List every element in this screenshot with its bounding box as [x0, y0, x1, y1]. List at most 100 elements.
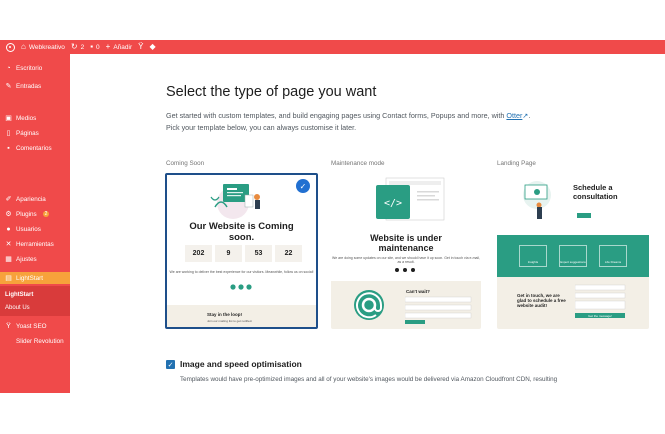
sidebar-item-entradas[interactable]: ✎ Entradas	[0, 80, 70, 92]
countdown-seconds: 22	[275, 245, 302, 262]
submenu-item-about-us[interactable]: About Us	[5, 305, 30, 311]
coming-soon-preview: ✓ Our Website is Coming soon. 202 9 53 2…	[167, 175, 316, 327]
admin-sidebar: ◔ Escritorio ✎ Entradas ▣ Medios ▯ Págin…	[0, 54, 70, 393]
countdown-minutes: 53	[245, 245, 272, 262]
landing-heading-line-1: Schedule a	[573, 183, 613, 192]
sidebar-item-comentarios[interactable]: ▪ Comentarios	[0, 142, 70, 154]
countdown-hours: 9	[215, 245, 242, 262]
sidebar-item-paginas[interactable]: ▯ Páginas	[0, 127, 70, 139]
sidebar-item-label: LightStart	[16, 274, 43, 282]
user-icon: ●	[6, 225, 11, 233]
social-icons	[230, 284, 252, 290]
wordpress-logo-icon	[6, 42, 15, 52]
stay-in-loop-heading: Stay in the loop!	[207, 312, 243, 317]
page-icon: ▯	[6, 129, 11, 137]
wordpress-menu[interactable]	[6, 42, 15, 52]
sidebar-item-label: Páginas	[16, 129, 39, 137]
feature-label: Life Dreams	[604, 260, 622, 264]
sidebar-item-herramientas[interactable]: ✕ Herramientas	[0, 238, 70, 250]
comments-count: 0	[96, 43, 100, 51]
sidebar-item-usuarios[interactable]: ● Usuarios	[0, 223, 70, 235]
landing-cta-button: Get the message!	[588, 313, 612, 318]
sidebar-item-escritorio[interactable]: ◔ Escritorio	[0, 62, 70, 74]
slider-icon	[5, 338, 12, 345]
image-optimisation-label[interactable]: Image and speed optimisation	[180, 359, 302, 369]
maintenance-text: We are doing some updates on our site, a…	[332, 256, 480, 264]
template-label-maintenance: Maintenance mode	[331, 160, 385, 167]
page-description: Get started with custom templates, and b…	[166, 111, 531, 132]
description-line-1: Get started with custom templates, and b…	[166, 111, 505, 120]
brush-icon: ✐	[5, 195, 12, 203]
maintenance-heading-line-1: Website is under	[370, 233, 442, 243]
submenu-item-lightstart[interactable]: LightStart	[5, 292, 33, 298]
site-name-link[interactable]: ⌂ Webkreativo	[21, 43, 65, 51]
updates-count: 2	[80, 43, 85, 51]
yoast-icon: Ÿ	[6, 322, 11, 330]
coming-soon-footer: Stay in the loop! Join our mailing list …	[167, 305, 316, 327]
sidebar-item-label: Slider Revolution	[16, 337, 64, 345]
comment-icon: ▪	[7, 144, 10, 152]
updates-link[interactable]: ↻ 2	[71, 43, 84, 51]
sidebar-item-label: Comentarios	[16, 144, 52, 152]
sidebar-item-yoast-seo[interactable]: Ÿ Yoast SEO	[0, 320, 70, 332]
otter-link[interactable]: Otter	[506, 111, 522, 120]
pin-icon: ✎	[5, 82, 12, 90]
plus-icon: +	[105, 42, 111, 51]
comments-link[interactable]: ▪ 0	[90, 43, 99, 51]
stay-in-loop-text: Join our mailing list to get notified.	[207, 319, 253, 323]
yoast-icon: Ÿ	[138, 42, 144, 51]
sidebar-item-label: Ajustes	[16, 255, 37, 263]
selected-check-icon: ✓	[296, 179, 310, 193]
template-label-coming-soon: Coming Soon	[166, 160, 205, 167]
page-title: Select the type of page you want	[166, 84, 377, 100]
coming-soon-text: We are working to deliver the best exper…	[169, 270, 314, 274]
sidebar-item-label: Medios	[16, 114, 37, 122]
dashboard-icon: ◔	[6, 64, 11, 72]
diamond-adminbar-link[interactable]: ◆	[149, 43, 155, 51]
sidebar-item-label: Escritorio	[16, 64, 43, 72]
add-new-link[interactable]: + Añadir	[106, 43, 132, 51]
template-label-landing: Landing Page	[497, 160, 536, 167]
feature-label: Expert suggestions	[560, 260, 586, 264]
sidebar-item-slider-revolution[interactable]: Slider Revolution	[0, 335, 70, 347]
landing-contact-heading: Get in touch, we are glad to schedule a …	[517, 293, 566, 308]
sidebar-item-lightstart[interactable]: ▤ LightStart	[0, 272, 70, 284]
admin-bar: ⌂ Webkreativo ↻ 2 ▪ 0 + Añadir Ÿ ◆	[0, 40, 665, 54]
sidebar-item-label: Herramientas	[16, 240, 54, 248]
diamond-icon: ◆	[149, 42, 156, 51]
plugin-icon: ⚙	[5, 210, 12, 218]
social-icons	[395, 268, 415, 272]
feature-label: Insights	[527, 260, 539, 264]
sidebar-item-apariencia[interactable]: ✐ Apariencia	[0, 193, 70, 205]
sidebar-item-ajustes[interactable]: ▦ Ajustes	[0, 253, 70, 265]
image-optimisation-description: Templates would have pre-optimized image…	[180, 376, 558, 383]
wrench-icon: ✕	[5, 240, 12, 248]
add-new-label: Añadir	[113, 43, 133, 51]
coming-soon-heading-line-2: soon.	[228, 232, 255, 243]
countdown-days: 202	[185, 245, 212, 262]
template-card-maintenance[interactable]: </> Website is under maintenance We are …	[331, 173, 481, 329]
settings-icon: ▦	[5, 255, 12, 263]
image-optimisation-checkbox[interactable]: ✓	[166, 360, 175, 369]
cant-wait-heading: Can't wait?	[406, 289, 430, 294]
maintenance-heading-line-2: maintenance	[378, 243, 434, 253]
yoast-adminbar-link[interactable]: Ÿ	[138, 43, 143, 51]
countdown: 202 9 53 22	[185, 245, 302, 262]
plugins-update-badge: 2	[42, 211, 50, 217]
landing-heading-line-2: consultation	[573, 192, 618, 201]
sidebar-item-label: Usuarios	[16, 225, 41, 233]
contact-form-preview	[405, 296, 472, 324]
landing-heading: Schedule a consultation	[573, 183, 618, 201]
template-card-coming-soon[interactable]: ✓ Our Website is Coming soon. 202 9 53 2…	[165, 173, 318, 329]
sidebar-item-label: Yoast SEO	[16, 322, 47, 330]
lightstart-submenu: LightStart About Us	[0, 286, 70, 316]
sidebar-item-label: Apariencia	[16, 195, 46, 203]
comment-bubble-icon: ▪	[90, 42, 94, 51]
sidebar-item-medios[interactable]: ▣ Medios	[0, 112, 70, 124]
maintenance-illustration: </>	[331, 173, 481, 233]
sidebar-item-plugins[interactable]: ⚙ Plugins 2	[0, 208, 70, 220]
lightstart-icon: ▤	[5, 274, 12, 282]
landing-contact-section: Get in touch, we are glad to schedule a …	[497, 277, 649, 329]
at-sign-icon	[354, 290, 384, 320]
template-card-landing[interactable]: Schedule a consultation Insights Expert …	[497, 173, 649, 329]
